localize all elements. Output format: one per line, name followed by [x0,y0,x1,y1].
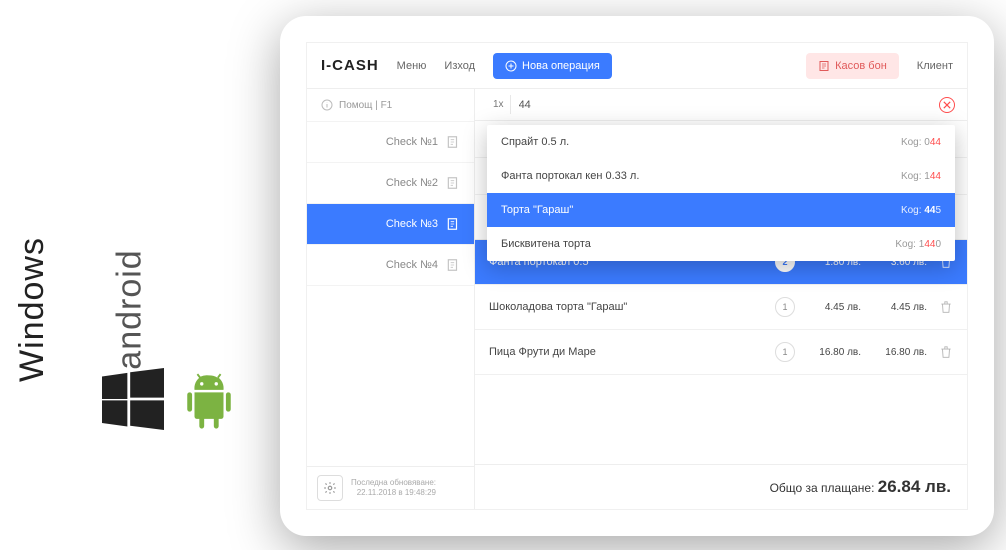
check-tab[interactable]: Check №4 [307,245,474,286]
item-total: 4.45 лв. [869,302,927,313]
check-label: Check №1 [386,136,438,148]
dropdown-item-code: Kog: 445 [901,205,941,216]
windows-icon [102,368,164,430]
search-row: 1x [475,89,967,121]
item-row[interactable]: Шоколадова торта "Гараш" 1 4.45 лв. 4.45… [475,285,967,330]
trash-icon[interactable] [939,345,953,359]
total-label: Общо за плащане: [770,481,878,495]
dropdown-item[interactable]: Торта "Гараш" Kog: 445 [487,193,955,227]
check-label: Check №4 [386,259,438,271]
app-screen: I-CASH Меню Изход Нова операция Касов бо… [306,42,968,510]
receipt-label: Касов бон [835,60,887,72]
dropdown-item-name: Фанта портокал кен 0.33 л. [501,170,639,182]
search-input[interactable] [519,99,931,111]
item-price: 4.45 лв. [803,302,861,313]
receipt-icon [818,60,830,72]
dropdown-item[interactable]: Фанта портокал кен 0.33 л. Kog: 144 [487,159,955,193]
item-qty[interactable]: 1 [775,342,795,362]
qty-multiplier[interactable]: 1x [487,95,511,114]
android-icon [180,373,238,431]
app-logo: I-CASH [321,57,379,74]
dropdown-item-code: Kog: 144 [901,171,941,182]
close-icon [943,101,951,109]
receipt-small-icon [446,175,460,191]
update-label: Последна обновяване: [351,478,436,488]
receipt-button[interactable]: Касов бон [806,53,899,79]
receipt-small-icon [446,216,460,232]
info-icon [321,99,333,111]
dropdown-item-code: Kog: 1440 [895,239,941,250]
windows-label: Windows [13,237,52,382]
dropdown-item-name: Торта "Гараш" [501,204,573,216]
item-price: 16.80 лв. [803,347,861,358]
main-panel: 1x Спрайт 0.5 л. Kog: 044Фанта портокал … [475,89,967,509]
receipt-small-icon [446,134,460,150]
menu-link[interactable]: Меню [397,60,427,72]
trash-icon[interactable] [939,300,953,314]
item-total: 16.80 лв. [869,347,927,358]
help-link[interactable]: Помощ | F1 [307,89,474,122]
item-name: Пица Фрути ди Маре [489,346,767,358]
client-link[interactable]: Клиент [917,60,953,72]
tablet-frame: I-CASH Меню Изход Нова операция Касов бо… [280,16,994,536]
search-dropdown: Спрайт 0.5 л. Kog: 044Фанта портокал кен… [487,125,955,261]
gear-icon [323,481,337,495]
item-row[interactable]: Пица Фрути ди Маре 1 16.80 лв. 16.80 лв. [475,330,967,375]
item-qty[interactable]: 1 [775,297,795,317]
dropdown-item[interactable]: Спрайт 0.5 л. Kog: 044 [487,125,955,159]
receipt-small-icon [446,257,460,273]
dropdown-item-code: Kog: 044 [901,137,941,148]
check-label: Check №2 [386,177,438,189]
exit-link[interactable]: Изход [444,60,475,72]
header: I-CASH Меню Изход Нова операция Касов бо… [307,43,967,89]
check-tab[interactable]: Check №1 [307,122,474,163]
total-footer: Общо за плащане: 26.84 лв. [475,464,967,509]
check-tab[interactable]: Check №3 [307,204,474,245]
item-name: Шоколадова торта "Гараш" [489,301,767,313]
android-label: android [111,249,150,369]
update-time: 22.11.2018 в 19:48:29 [351,488,436,498]
check-label: Check №3 [386,218,438,230]
last-update: Последна обновяване: 22.11.2018 в 19:48:… [351,478,436,499]
new-operation-button[interactable]: Нова операция [493,53,612,79]
new-operation-label: Нова операция [522,60,600,72]
clear-search-button[interactable] [939,97,955,113]
help-label: Помощ | F1 [339,100,392,111]
total-amount: 26.84 лв. [878,477,951,496]
dropdown-item-name: Бисквитена торта [501,238,591,250]
sidebar-footer: Последна обновяване: 22.11.2018 в 19:48:… [307,466,474,509]
plus-circle-icon [505,60,517,72]
settings-button[interactable] [317,475,343,501]
dropdown-item[interactable]: Бисквитена торта Kog: 1440 [487,227,955,261]
dropdown-item-name: Спрайт 0.5 л. [501,136,569,148]
sidebar: Помощ | F1 Check №1 Check №2 Check №3 Ch… [307,89,475,509]
check-tab[interactable]: Check №2 [307,163,474,204]
